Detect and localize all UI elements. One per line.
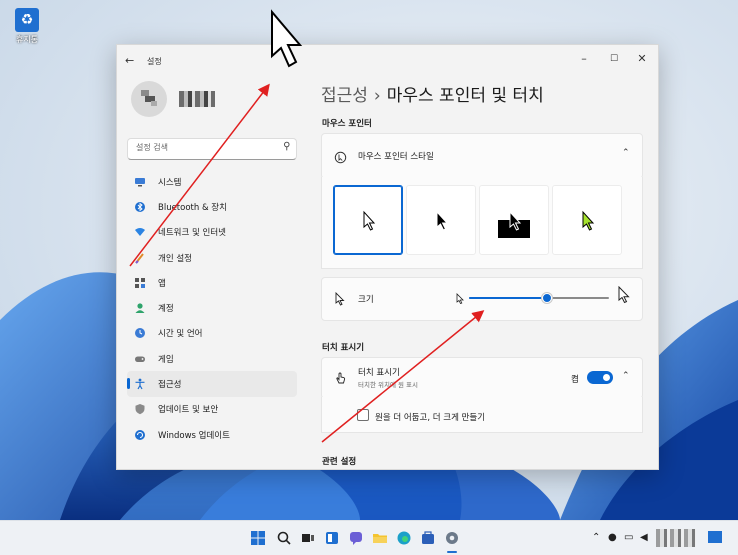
user-name-pixelated (179, 91, 215, 107)
sidebar-item-label: 업데이트 및 보안 (158, 405, 219, 416)
sidebar-item-label: 시스템 (158, 177, 182, 188)
bluetooth-icon (134, 201, 146, 213)
touch-hand-icon (334, 370, 347, 389)
sidebar-item-label: Bluetooth & 장치 (158, 202, 227, 213)
avatar (131, 81, 167, 117)
darker-circle-label: 원을 더 어둡고, 더 크게 만들기 (375, 413, 486, 423)
sidebar-item-apps[interactable]: 앱 (127, 270, 297, 295)
chevron-up-icon[interactable]: ⌃ (622, 148, 630, 158)
sidebar-item-gaming[interactable]: 게임 (127, 346, 297, 371)
monitor-icon (134, 176, 146, 188)
close-button[interactable]: ✕ (629, 51, 655, 67)
accessibility-icon (134, 378, 146, 390)
breadcrumb: 접근성 › 마우스 포인터 및 터치 (321, 81, 544, 106)
globe-clock-icon (134, 327, 146, 339)
sidebar-item-accounts[interactable]: 계정 (127, 295, 297, 320)
start-button-icon[interactable] (250, 530, 266, 546)
pointer-style-black[interactable] (406, 185, 476, 255)
sidebar-item-time-language[interactable]: 시간 및 언어 (127, 321, 297, 346)
pointer-style-white[interactable] (333, 185, 403, 255)
sidebar-item-label: Windows 업데이트 (158, 430, 230, 441)
notification-icon[interactable] (708, 531, 722, 543)
small-pointer-icon (455, 290, 465, 309)
file-explorer-icon[interactable] (372, 530, 388, 546)
back-button[interactable]: ← (125, 54, 134, 67)
pointer-style-label: 마우스 포인터 스타일 (358, 152, 434, 162)
sidebar-item-system[interactable]: 시스템 (127, 169, 297, 194)
touch-toggle-state: 켬 (571, 375, 579, 385)
touch-indicator-label: 터치 표시기 (358, 368, 400, 378)
shield-icon (134, 403, 146, 415)
sidebar-item-accessibility[interactable]: 접근성 (127, 371, 297, 397)
sidebar-item-windows-update[interactable]: Windows 업데이트 (127, 422, 297, 447)
sidebar-item-label: 접근성 (158, 380, 182, 391)
volume-icon[interactable]: ◀ (640, 532, 648, 543)
breadcrumb-current: 마우스 포인터 및 터치 (386, 86, 544, 106)
pointer-style-inverted[interactable] (479, 185, 549, 255)
touch-indicator-toggle[interactable] (587, 371, 613, 384)
recycle-bin-icon: ♻ (15, 8, 39, 32)
settings-search[interactable]: ⚲ (127, 138, 297, 160)
tray-status-icon[interactable]: ● (608, 532, 617, 543)
related-settings-title: 관련 설정 (322, 457, 357, 467)
apps-icon (134, 277, 146, 289)
app-title: 설정 (147, 57, 162, 66)
sidebar-item-label: 계정 (158, 304, 174, 315)
chat-icon[interactable] (348, 530, 364, 546)
pointer-style-custom[interactable] (552, 185, 622, 255)
recycle-bin[interactable]: ♻ 휴지통 (12, 8, 42, 45)
breadcrumb-separator: › (373, 86, 381, 106)
clock-pixelated[interactable] (656, 529, 696, 547)
search-icon[interactable] (276, 530, 292, 546)
user-profile[interactable] (131, 81, 215, 117)
taskbar: ⌃ ● ▭ ◀ (0, 520, 738, 555)
sidebar-item-network[interactable]: 네트워크 및 인터넷 (127, 220, 297, 245)
touch-indicator-section-title: 터치 표시기 (322, 343, 365, 353)
minimize-button[interactable]: – (571, 51, 597, 67)
breadcrumb-parent[interactable]: 접근성 (321, 86, 368, 106)
gamepad-icon (134, 353, 146, 365)
touch-indicator-sublabel: 터치한 위치에 원 표시 (358, 381, 419, 389)
update-icon (134, 429, 146, 441)
wifi-icon (134, 226, 146, 238)
sidebar-item-label: 앱 (158, 278, 166, 289)
person-icon (134, 302, 146, 314)
edge-browser-icon[interactable] (396, 530, 412, 546)
maximize-button[interactable]: ☐ (601, 51, 627, 67)
darker-circle-checkbox[interactable] (357, 409, 369, 421)
sidebar-item-label: 시간 및 언어 (158, 329, 203, 340)
settings-window: ← 설정 – ☐ ✕ ⚲ 시스템 Bluetooth & 장치 네트워크 및 인… (116, 44, 659, 470)
size-label: 크기 (358, 295, 374, 305)
store-icon[interactable] (420, 530, 436, 546)
title-bar: ← 설정 – ☐ ✕ (117, 45, 658, 75)
cursor-style-icon (334, 149, 347, 168)
chevron-up-icon[interactable]: ⌃ (622, 371, 630, 381)
sidebar-nav: 시스템 Bluetooth & 장치 네트워크 및 인터넷 개인 설정 앱 계정… (127, 169, 297, 447)
pointer-style-header[interactable]: 마우스 포인터 스타일 ⌃ (321, 133, 643, 179)
sidebar-item-personalization[interactable]: 개인 설정 (127, 245, 297, 270)
sidebar-item-security[interactable]: 업데이트 및 보안 (127, 397, 297, 422)
slider-fill (469, 297, 548, 299)
pointer-icon (334, 291, 346, 310)
tray-overflow-chevron-icon[interactable]: ⌃ (592, 532, 600, 543)
brush-icon (134, 252, 146, 264)
widgets-icon[interactable] (324, 530, 340, 546)
tray-display-icon[interactable]: ▭ (624, 532, 633, 543)
sidebar-item-bluetooth[interactable]: Bluetooth & 장치 (127, 194, 297, 219)
settings-gear-icon[interactable] (444, 530, 460, 546)
large-pointer-icon (617, 285, 631, 308)
sidebar-item-label: 게임 (158, 354, 174, 365)
pointer-size-slider[interactable] (469, 293, 609, 303)
task-view-icon[interactable] (300, 530, 316, 546)
mouse-pointer-section-title: 마우스 포인터 (322, 119, 372, 129)
search-icon[interactable]: ⚲ (283, 141, 290, 152)
sidebar-item-label: 네트워크 및 인터넷 (158, 228, 226, 239)
sidebar-item-label: 개인 설정 (158, 253, 192, 264)
active-app-indicator (447, 551, 457, 553)
pointer-size-card: 크기 (321, 277, 643, 321)
recycle-bin-label: 휴지통 (15, 35, 39, 44)
search-input[interactable] (134, 142, 278, 153)
